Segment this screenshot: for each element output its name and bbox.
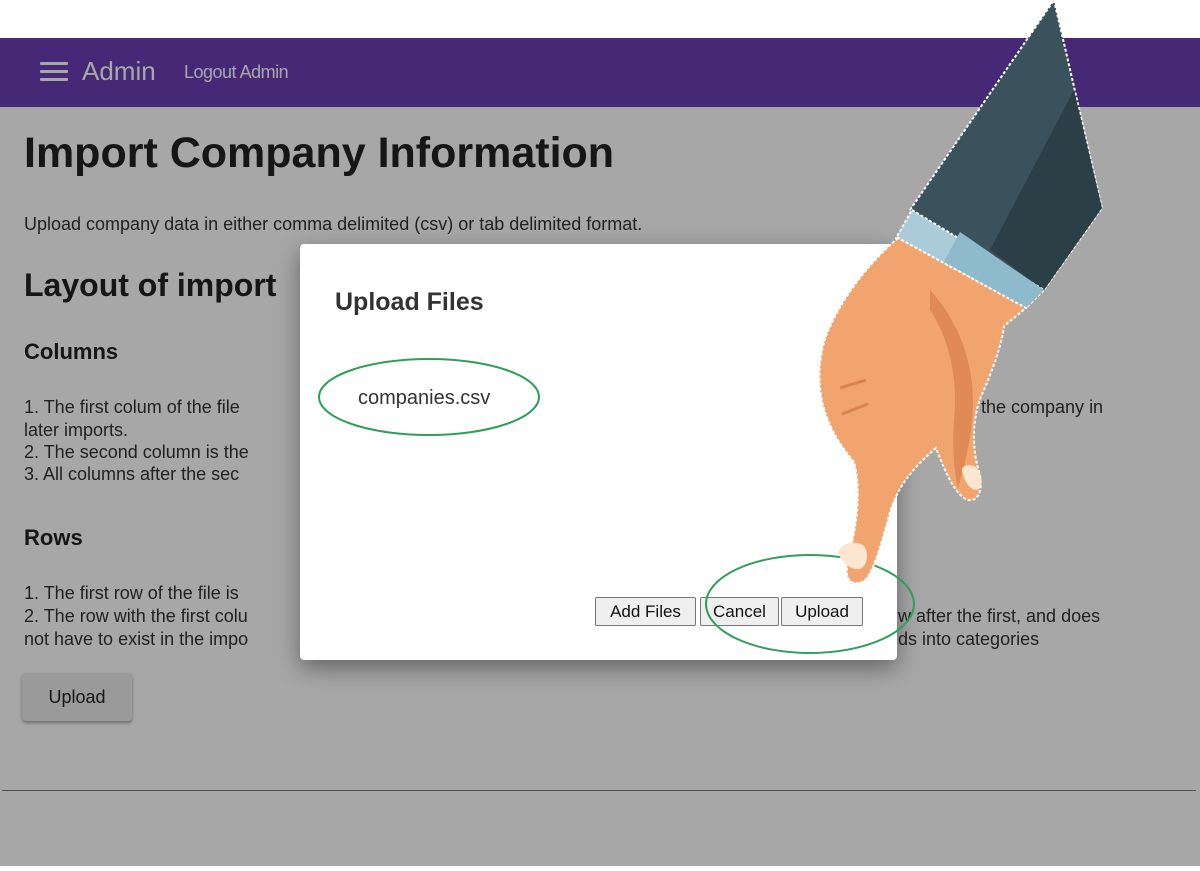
selected-file-name: companies.csv [358,387,491,409]
admin-app: Admin Logout Admin Import Company Inform… [0,38,1200,866]
upload-files-dialog: Upload Files companies.csv Add Files Can… [300,244,897,660]
add-files-button[interactable]: Add Files [595,597,696,626]
dialog-title: Upload Files [335,288,484,316]
dialog-upload-button[interactable]: Upload [781,597,863,626]
cancel-button[interactable]: Cancel [700,597,779,626]
